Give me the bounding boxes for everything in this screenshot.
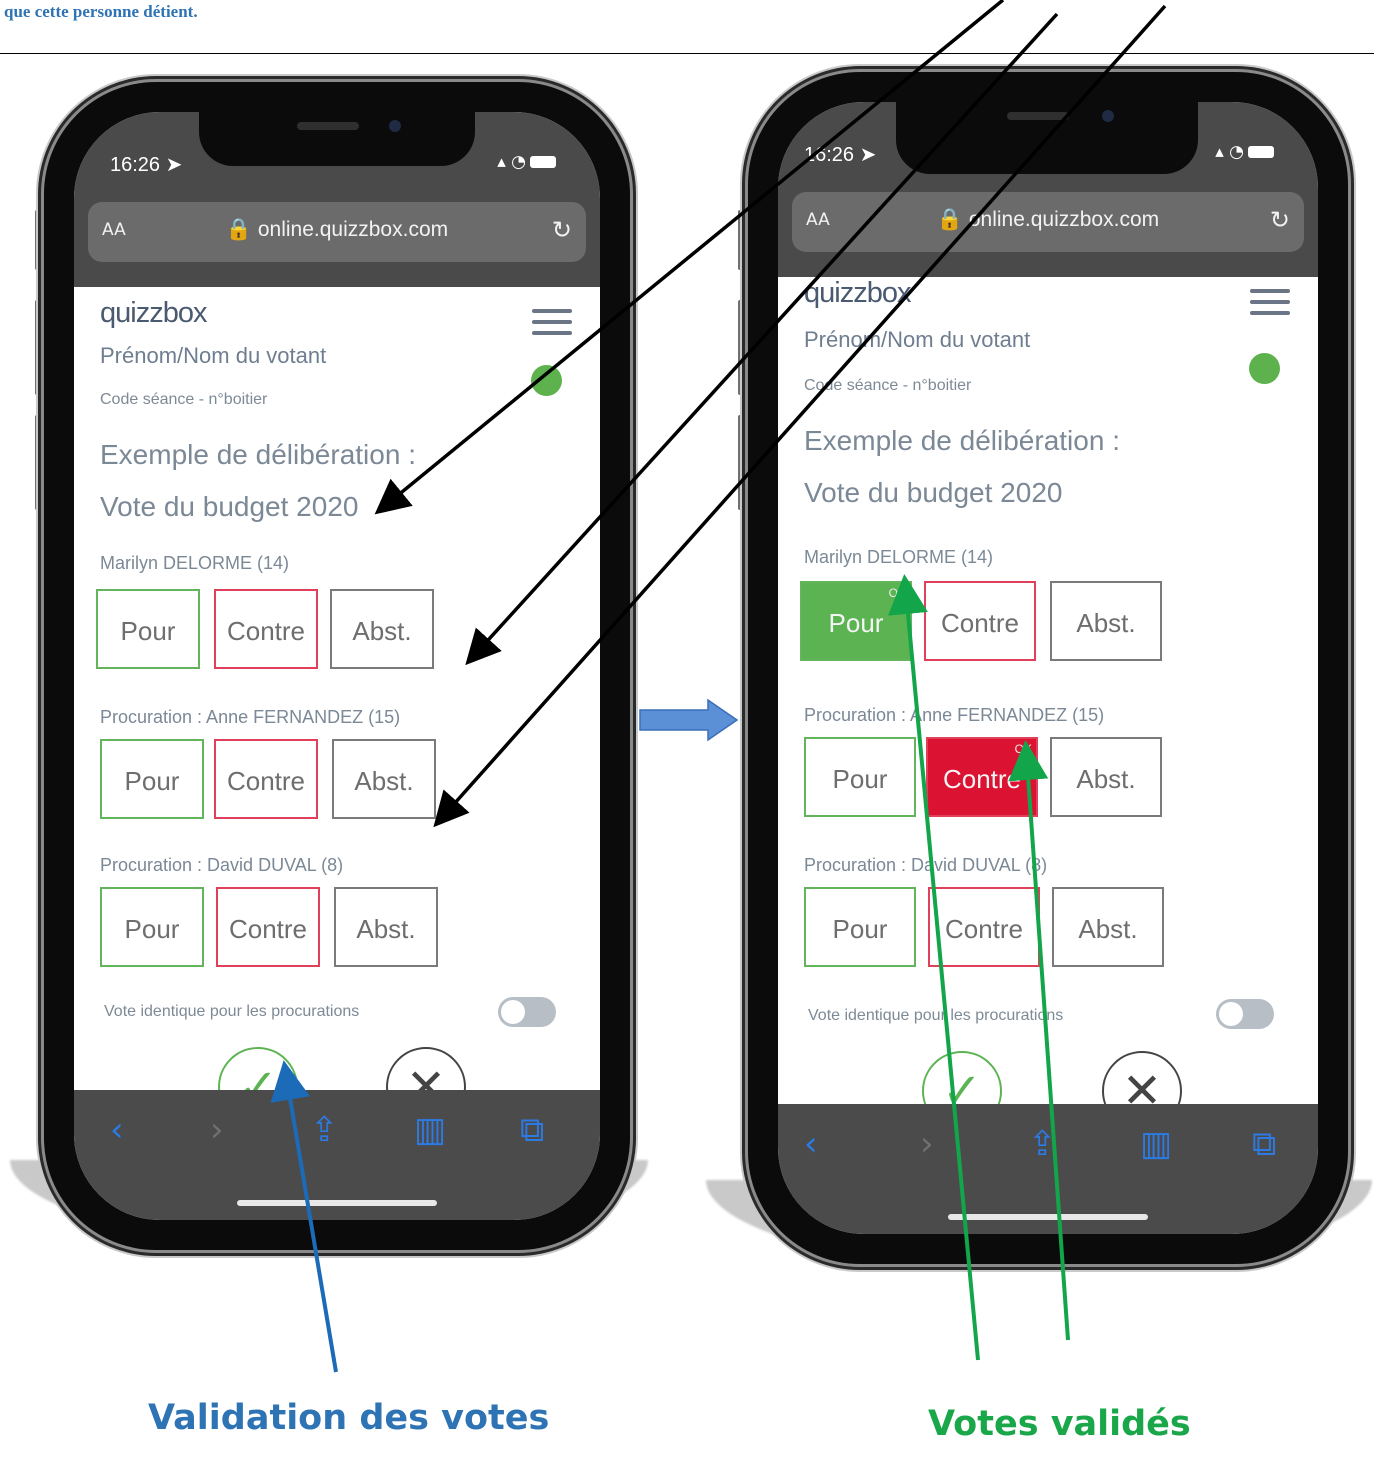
ok-badge: OK [1014,742,1032,756]
volume-up-button [35,300,40,395]
pour-button[interactable]: Pour [804,887,916,967]
battery-icon [530,156,556,168]
book-icon[interactable]: ▥ [414,1110,446,1150]
session-code: Code séance - n°boitier [804,377,972,394]
menu-icon[interactable] [1250,289,1290,322]
status-icons: ▴ ◔ [1215,142,1274,162]
pour-button[interactable]: Pour [804,737,916,817]
question-line-1: Exemple de délibération : [100,439,416,470]
contre-button[interactable]: Contre [214,739,318,819]
contre-button[interactable]: Contre OK [926,737,1038,817]
abst-button[interactable]: Abst. [1052,887,1164,967]
tabs-icon[interactable]: ⧉ [1252,1124,1276,1164]
browser-chrome: 16:26 ➤ ▴ ◔ AA 🔒 online.quizzbox.com ↻ [778,102,1318,277]
pour-button[interactable]: Pour [96,589,200,669]
battery-icon [1248,146,1274,158]
connection-status-dot [1249,353,1280,384]
back-chevron-icon[interactable]: ‹ [110,1110,124,1150]
question-line-2: Vote du budget 2020 [804,477,1063,508]
url-bar[interactable]: AA 🔒 online.quizzbox.com ↻ [88,202,586,262]
browser-toolbar: ‹ › ⇪ ▥ ⧉ [74,1090,600,1220]
contre-button[interactable]: Contre [214,589,318,669]
abst-button[interactable]: Abst. [334,887,438,967]
url-text[interactable]: 🔒 online.quizzbox.com [88,218,586,242]
abst-button[interactable]: Abst. [1050,737,1162,817]
phone-right-screen: 16:26 ➤ ▴ ◔ AA 🔒 online.quizzbox.com ↻ q… [778,102,1318,1234]
forward-chevron-icon[interactable]: › [920,1124,934,1164]
pour-button[interactable]: Pour [100,739,204,819]
forward-chevron-icon[interactable]: › [210,1110,224,1150]
ok-badge: OK [888,586,906,600]
pour-button[interactable]: Pour OK [800,581,912,661]
silent-switch [35,210,40,270]
power-button [1350,350,1355,480]
menu-icon[interactable] [532,309,572,342]
question-line-1: Exemple de délibération : [804,425,1120,456]
web-page: quizzbox Prénom/Nom du votant Code séanc… [778,277,1318,1131]
abst-button[interactable]: Abst. [1050,581,1162,661]
wifi-icon: ▴ ◔ [1215,142,1244,162]
contre-button[interactable]: Contre [216,887,320,967]
session-code: Code séance - n°boitier [100,391,268,408]
phone-right: 16:26 ➤ ▴ ◔ AA 🔒 online.quizzbox.com ↻ q… [748,72,1348,1264]
silent-switch [738,210,743,270]
status-time: 16:26 ➤ [804,144,877,166]
voter-label-1: Marilyn DELORME (14) [804,547,994,567]
wifi-icon: ▴ ◔ [497,152,526,172]
abst-button[interactable]: Abst. [332,739,436,819]
reload-icon[interactable]: ↻ [1270,206,1290,234]
identical-vote-label: Vote identique pour les procurations [808,1007,1064,1024]
caption-validated: Votes validés [928,1404,1191,1444]
home-indicator [948,1214,1148,1220]
quizzbox-logo: quizzbox [804,277,911,309]
phone-left: 16:26 ➤ ▴ ◔ AA 🔒 online.quizzbox.com ↻ q… [44,82,630,1250]
voter-label-3: Procuration : David DUVAL (8) [804,855,1048,875]
url-bar[interactable]: AA 🔒 online.quizzbox.com ↻ [792,192,1304,252]
identical-vote-toggle[interactable] [1216,999,1274,1029]
voter-name: Prénom/Nom du votant [100,343,327,368]
browser-toolbar: ‹ › ⇪ ▥ ⧉ [778,1104,1318,1234]
header-text: que cette personne détient. [4,2,198,21]
transition-arrow [639,698,739,742]
abst-button[interactable]: Abst. [330,589,434,669]
share-icon[interactable]: ⇪ [310,1110,339,1150]
url-text[interactable]: 🔒 online.quizzbox.com [792,208,1304,232]
identical-vote-label: Vote identique pour les procurations [104,1003,360,1020]
share-icon[interactable]: ⇪ [1028,1124,1057,1164]
tabs-icon[interactable]: ⧉ [520,1110,544,1150]
contre-button[interactable]: Contre [924,581,1036,661]
status-icons: ▴ ◔ [497,152,556,172]
notch [199,112,475,166]
notch [896,102,1198,174]
voter-name: Prénom/Nom du votant [804,327,1031,352]
web-page: quizzbox Prénom/Nom du votant Code séanc… [74,287,600,1127]
identical-vote-toggle[interactable] [498,997,556,1027]
horizontal-rule [0,53,1374,54]
quizzbox-logo: quizzbox [100,297,207,329]
voter-label-3: Procuration : David DUVAL (8) [100,855,344,875]
caption-validation: Validation des votes [148,1398,550,1438]
phone-left-screen: 16:26 ➤ ▴ ◔ AA 🔒 online.quizzbox.com ↻ q… [74,112,600,1220]
question-line-2: Vote du budget 2020 [100,491,359,522]
reload-icon[interactable]: ↻ [552,216,572,244]
status-time: 16:26 ➤ [110,154,183,176]
voter-label-1: Marilyn DELORME (14) [100,553,290,573]
pour-button[interactable]: Pour [100,887,204,967]
back-chevron-icon[interactable]: ‹ [804,1124,818,1164]
volume-up-button [738,300,743,395]
voter-label-2: Procuration : Anne FERNANDEZ (15) [804,705,1105,725]
voter-label-2: Procuration : Anne FERNANDEZ (15) [100,707,401,727]
volume-down-button [35,415,40,510]
contre-button[interactable]: Contre [928,887,1040,967]
book-icon[interactable]: ▥ [1140,1124,1172,1164]
connection-status-dot [531,365,562,396]
volume-down-button [738,415,743,510]
browser-chrome: 16:26 ➤ ▴ ◔ AA 🔒 online.quizzbox.com ↻ [74,112,600,287]
home-indicator [237,1200,437,1206]
